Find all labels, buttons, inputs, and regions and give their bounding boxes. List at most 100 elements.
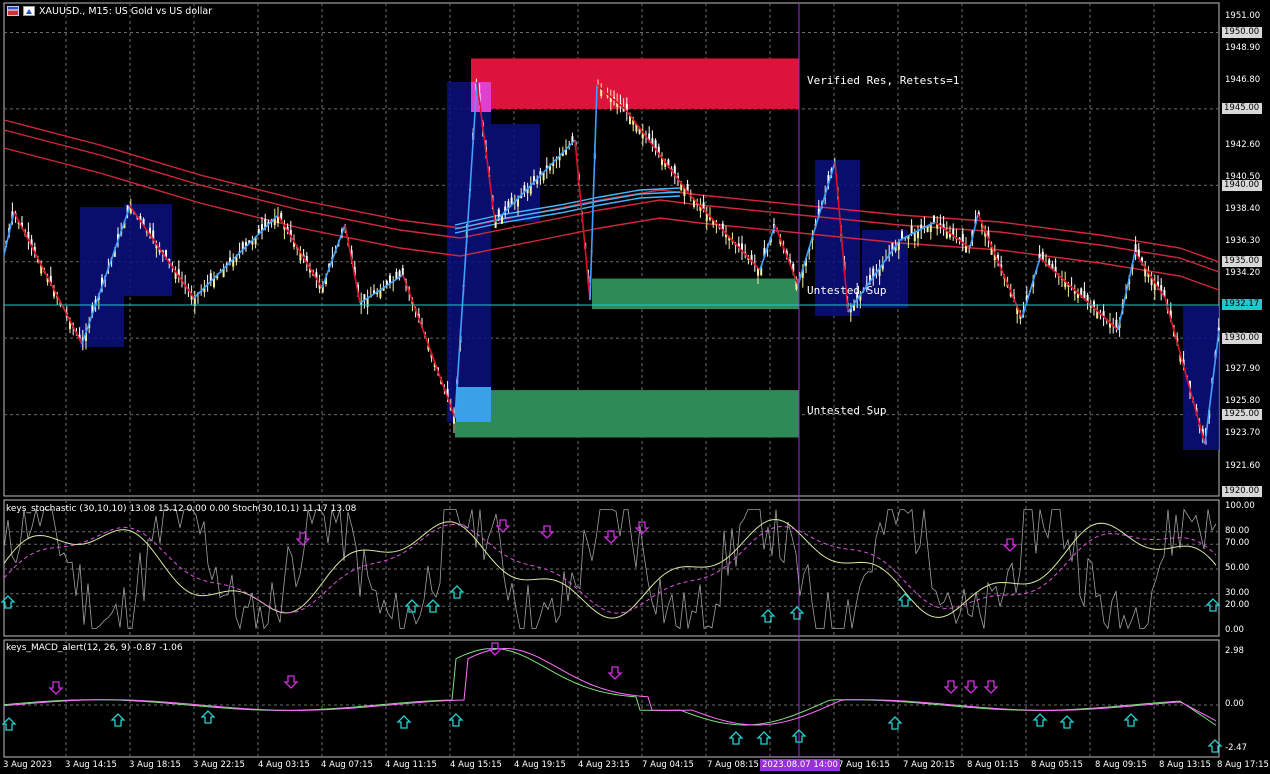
zigzag-down-leg <box>625 109 691 196</box>
zigzag-up-leg <box>359 274 404 304</box>
stochastic-buy-arrow-icon <box>449 585 465 599</box>
stochastic-tick-label: 30.00 <box>1225 587 1250 598</box>
time-tick-label: 7 Aug 16:15 <box>838 760 890 770</box>
zigzag-up-leg <box>3 211 15 256</box>
price-tick-label: 1925.80 <box>1225 396 1261 407</box>
macd-buy-arrow-icon <box>1032 713 1048 727</box>
time-tick-label: 7 Aug 20:15 <box>903 760 955 770</box>
order-block <box>124 204 172 296</box>
candle-body <box>401 268 404 276</box>
macd-buy-arrow-icon <box>728 731 744 745</box>
stochastic-tick-label: 0.00 <box>1225 625 1244 635</box>
resistance-zone <box>471 58 799 109</box>
cursor-date-label: 2023.08.07 14:00 <box>760 759 840 771</box>
zigzag-down-leg <box>344 224 361 304</box>
zigzag-down-leg <box>977 213 1023 319</box>
time-tick-label: 4 Aug 03:15 <box>258 760 310 770</box>
zigzag-down-leg <box>1134 251 1166 299</box>
stochastic-tick-label: 70.00 <box>1225 538 1250 549</box>
current-price-marker: 1932.17 <box>1222 299 1262 311</box>
stochastic-sell-arrow-icon <box>295 532 311 546</box>
panel-frame <box>3 639 1220 758</box>
time-tick-label: 3 Aug 2023 <box>3 760 53 770</box>
zigzag-up-leg <box>1021 257 1041 319</box>
time-tick-label: 4 Aug 23:15 <box>578 760 630 770</box>
time-tick-label: 3 Aug 18:15 <box>129 760 181 770</box>
time-tick-label: 7 Aug 04:15 <box>642 760 694 770</box>
order-block-highlight <box>456 387 491 422</box>
price-level-marker: 1935.00 <box>1222 256 1262 268</box>
time-tick-label: 3 Aug 14:15 <box>65 760 117 770</box>
macd-sell-arrow-icon <box>607 666 623 680</box>
order-block <box>491 124 540 222</box>
time-tick-label: 8 Aug 13:15 <box>1159 760 1211 770</box>
zigzag-down-leg <box>774 224 799 286</box>
price-tick-label: 1948.90 <box>1225 43 1261 54</box>
chart-canvas[interactable] <box>0 0 1270 774</box>
time-tick-label: 4 Aug 07:15 <box>321 760 373 770</box>
order-block <box>447 82 491 422</box>
stochastic-tick-label: 80.00 <box>1225 525 1250 536</box>
resistance-zone-label: Verified Res, Retests=1 <box>807 74 960 87</box>
candle-body <box>913 232 916 242</box>
zigzag-down-leg <box>1039 257 1119 331</box>
macd-buy-arrow-icon <box>756 731 772 745</box>
time-tick-label: 4 Aug 15:15 <box>450 760 502 770</box>
stochastic-sell-arrow-icon <box>603 530 619 544</box>
time-tick-label: 3 Aug 22:15 <box>193 760 245 770</box>
price-tick-label: 1927.90 <box>1225 364 1261 375</box>
chart-title-bar: XAUUSD., M15: US Gold vs US dollar <box>7 4 212 18</box>
macd-tick-label: 0.00 <box>1225 699 1244 710</box>
zigzag-up-leg <box>759 224 776 271</box>
zigzag-down-leg <box>934 221 971 249</box>
macd-buy-arrow-icon <box>887 716 903 730</box>
stochastic-buy-arrow-icon <box>760 609 776 623</box>
macd-sell-arrow-icon <box>943 680 959 694</box>
moving-average-red <box>3 129 1220 273</box>
macd-buy-arrow-icon <box>110 713 126 727</box>
macd-sell-arrow-icon <box>48 681 64 695</box>
stochastic-tick-label: 20.00 <box>1225 600 1250 611</box>
macd-sell-arrow-icon <box>283 675 299 689</box>
moving-average-red <box>3 119 1220 263</box>
chart-grid-icon[interactable] <box>7 6 19 16</box>
stochastic-indicator-label: keys_stochastic (30,10,10) 13.08 15.12 0… <box>6 504 357 514</box>
price-tick-label: 1923.70 <box>1225 428 1261 439</box>
price-level-marker: 1940.00 <box>1222 179 1262 191</box>
zigzag-down-leg <box>13 211 83 345</box>
zigzag-up-leg <box>589 84 598 301</box>
one-click-trading-icon[interactable] <box>23 6 35 16</box>
time-tick-label: 8 Aug 09:15 <box>1095 760 1147 770</box>
price-level-marker: 1950.00 <box>1222 26 1262 38</box>
stochastic-buy-arrow-icon <box>897 593 913 607</box>
macd-tick-label: -2.47 <box>1225 743 1247 753</box>
stochastic-tick-label: 50.00 <box>1225 563 1250 573</box>
macd-buy-arrow-icon <box>396 715 412 729</box>
price-tick-label: 1921.60 <box>1225 460 1261 471</box>
zigzag-down-leg <box>689 194 761 271</box>
price-tick-label: 1946.80 <box>1225 75 1261 86</box>
stochastic-buy-arrow-icon <box>789 606 805 620</box>
price-tick-label: 1934.20 <box>1225 267 1261 278</box>
stochastic-sell-arrow-icon <box>1002 538 1018 552</box>
price-tick-label: 1942.60 <box>1225 139 1261 150</box>
zigzag-down-leg <box>574 139 591 301</box>
price-level-marker: 1945.00 <box>1222 103 1262 115</box>
price-level-marker: 1920.00 <box>1222 485 1262 497</box>
macd-sell-arrow-icon <box>983 680 999 694</box>
macd-buy-arrow-icon <box>448 713 464 727</box>
time-tick-label: 4 Aug 11:15 <box>385 760 437 770</box>
symbol-title: XAUUSD., M15: US Gold vs US dollar <box>39 5 213 17</box>
price-tick-label: 1938.40 <box>1225 203 1261 214</box>
macd-tick-label: 2.98 <box>1225 646 1244 656</box>
macd-signal-line <box>3 647 1217 726</box>
time-tick-label: 8 Aug 17:15 <box>1217 760 1269 770</box>
price-tick-label: 1936.30 <box>1225 235 1261 246</box>
macd-indicator-label: keys_MACD_alert(12, 26, 9) -0.87 -1.06 <box>6 643 183 653</box>
time-tick-label: 7 Aug 08:15 <box>707 760 759 770</box>
support-zone-label-2: Untested Sup <box>807 404 887 417</box>
panel-frame <box>3 499 1220 637</box>
macd-buy-arrow-icon <box>1123 713 1139 727</box>
price-level-marker: 1925.00 <box>1222 409 1262 421</box>
time-tick-label: 4 Aug 19:15 <box>514 760 566 770</box>
